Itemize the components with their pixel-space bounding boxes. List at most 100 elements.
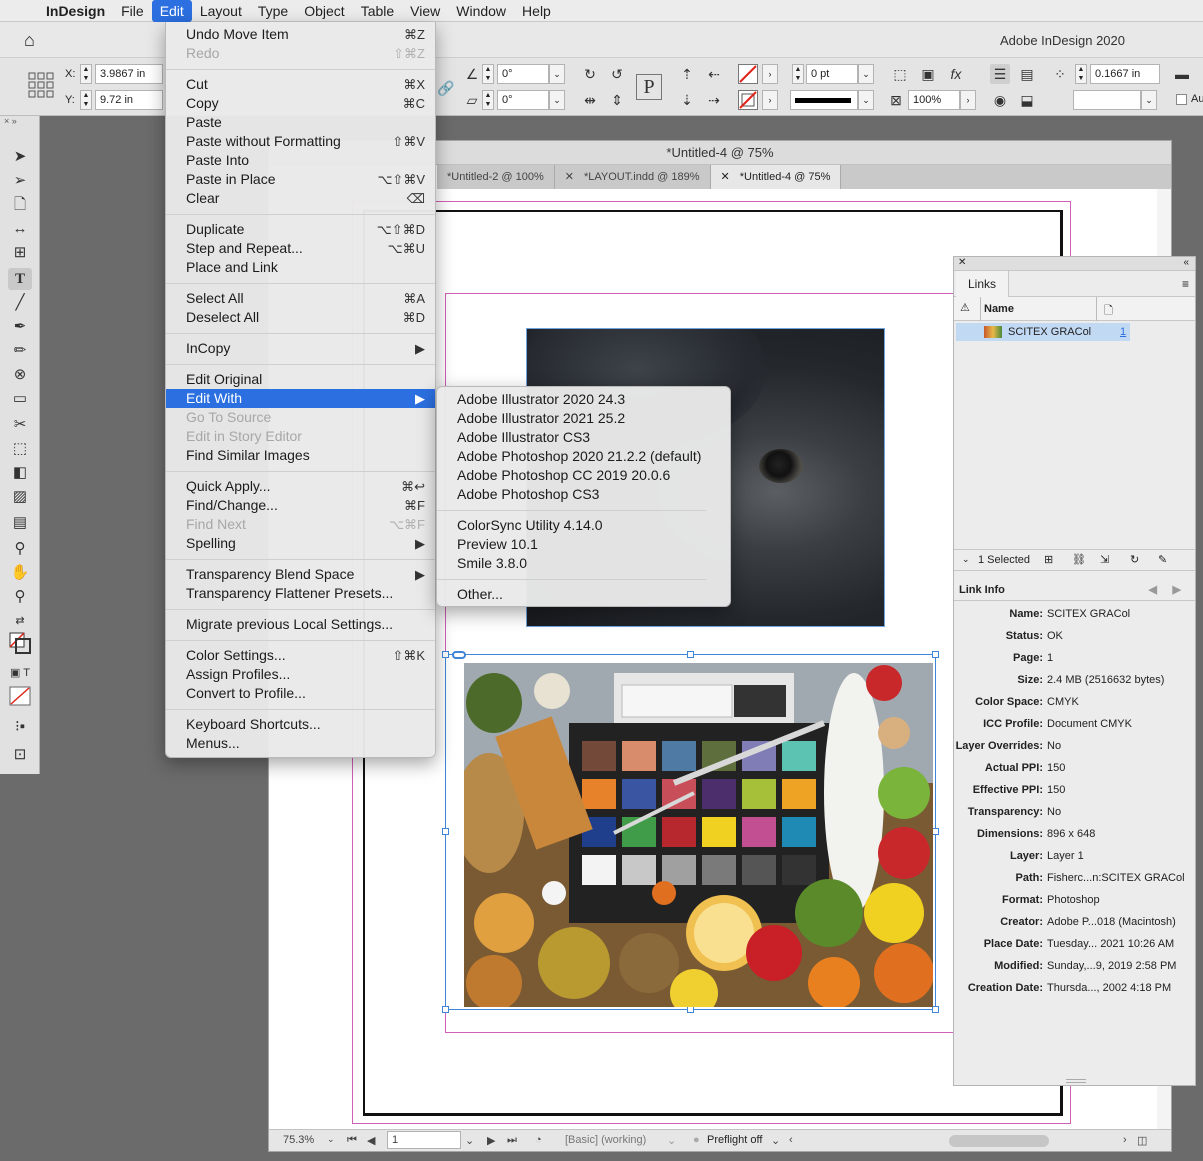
text-wrap-none-icon[interactable]: ☰ [990, 64, 1010, 84]
menu-app-name[interactable]: InDesign [38, 0, 113, 22]
hand-tool-icon[interactable]: ✋ [8, 562, 32, 584]
submenu-item-illustrator-2021[interactable]: Adobe Illustrator 2021 25.2 [437, 409, 730, 428]
menu-layout[interactable]: Layout [192, 0, 250, 22]
menu-item-menus[interactable]: Menus... [166, 734, 435, 753]
first-page-icon[interactable]: ⏮ [347, 1134, 357, 1147]
stroke-weight-stepper[interactable]: ▲ ▼ [792, 64, 804, 84]
menu-item-duplicate[interactable]: Duplicate ⌥⇧⌘D [166, 220, 435, 239]
split-layout-icon[interactable]: ◫ [1137, 1134, 1147, 1147]
fill-none-icon[interactable] [738, 64, 758, 84]
page-dropdown-icon[interactable]: ⌄ [465, 1134, 474, 1147]
submenu-item-illustrator-cs3[interactable]: Adobe Illustrator CS3 [437, 428, 730, 447]
submenu-item-other[interactable]: Other... [437, 585, 730, 604]
preflight-label[interactable]: Preflight off [707, 1134, 762, 1146]
menu-item-color-settings[interactable]: Color Settings... ⇧⌘K [166, 646, 435, 665]
select-next-icon[interactable]: ⇢ [704, 90, 724, 110]
rotation-field[interactable]: 0° [497, 64, 549, 84]
shear-field[interactable]: 0° [497, 90, 549, 110]
menu-item-edit-with[interactable]: Edit With ▶ [166, 389, 435, 408]
auto-fit-checkbox[interactable] [1176, 94, 1187, 105]
close-tab-icon[interactable]: ✕ [565, 171, 574, 183]
menu-item-cut[interactable]: Cut ⌘X [166, 75, 435, 94]
stroke-weight-dropdown[interactable]: ⌄ [858, 64, 874, 84]
preflight-dropdown-icon[interactable]: ⌄ [771, 1134, 780, 1147]
x-stepper[interactable]: ▲ ▼ [80, 64, 92, 84]
tab-untitled-4[interactable]: ✕ *Untitled-4 @ 75% [710, 165, 842, 189]
next-link-icon[interactable]: ▶ [1173, 579, 1181, 601]
last-page-icon[interactable]: ⏭ [507, 1134, 517, 1147]
gradient-swatch-tool-icon[interactable]: ◧ [8, 462, 32, 484]
page-tool-icon[interactable]: 🗋 [8, 194, 32, 216]
warning-column-icon[interactable]: ⚠ [960, 301, 970, 314]
submenu-item-photoshop-cs3[interactable]: Adobe Photoshop CS3 [437, 485, 730, 504]
stroke-swatch-dropdown[interactable]: › [762, 90, 778, 110]
select-previous-icon[interactable]: ⇠ [704, 64, 724, 84]
fill-swatch-dropdown[interactable]: › [762, 64, 778, 84]
menu-item-go-to-source[interactable]: Go To Source [166, 408, 435, 427]
frame-handle-top-right[interactable] [932, 651, 939, 658]
menu-item-incopy[interactable]: InCopy ▶ [166, 339, 435, 358]
menu-item-place-and-link[interactable]: Place and Link [166, 258, 435, 277]
type-tool-icon[interactable]: T [8, 268, 32, 290]
frame-fitting-icon[interactable]: ⁘ [1050, 64, 1070, 84]
menu-type[interactable]: Type [250, 0, 296, 22]
gradient-feather-tool-icon[interactable]: ▨ [8, 486, 32, 508]
scroll-right-icon[interactable]: › [1123, 1134, 1127, 1146]
menu-item-quick-apply[interactable]: Quick Apply... ⌘↩ [166, 477, 435, 496]
goto-link-icon[interactable]: ⇲ [1100, 553, 1109, 566]
stroke-type-dropdown[interactable]: ⌄ [858, 90, 874, 110]
page-number-field[interactable]: 1 [387, 1131, 461, 1149]
free-transform-tool-icon[interactable]: ⬚ [8, 438, 32, 460]
zoom-dropdown[interactable]: ⌄ [327, 1134, 335, 1145]
rotate-ccw-icon[interactable]: ↺ [607, 64, 627, 84]
text-wrap-jump-icon[interactable]: ⬓ [1017, 90, 1037, 110]
direct-selection-tool-icon[interactable]: ➢ [8, 170, 32, 192]
tab-layout[interactable]: ✕ *LAYOUT.indd @ 189% [555, 165, 711, 189]
next-page-icon[interactable]: ▶ [487, 1134, 495, 1147]
update-link-icon[interactable]: ↻ [1130, 553, 1139, 566]
fill-stroke-swatch-icon[interactable] [8, 632, 32, 654]
menu-item-edit-original[interactable]: Edit Original [166, 370, 435, 389]
menu-item-edit-in-story-editor[interactable]: Edit in Story Editor [166, 427, 435, 446]
constrain-proportions-icon[interactable]: 🔗 [436, 78, 456, 98]
preview-mode-icon[interactable]: ⊡ [8, 744, 32, 766]
menu-item-spelling[interactable]: Spelling ▶ [166, 534, 435, 553]
submenu-item-colorsync-utility[interactable]: ColorSync Utility 4.14.0 [437, 516, 730, 535]
link-row-scitex-gracol[interactable]: SCITEX GRACol 1 [956, 323, 1130, 341]
collapse-panel-icon[interactable]: « [1183, 257, 1189, 268]
submenu-item-smile[interactable]: Smile 3.8.0 [437, 554, 730, 573]
effects-icon[interactable]: fx [946, 64, 966, 84]
rectangle-tool-icon[interactable]: ▭ [8, 388, 32, 410]
scroll-left-icon[interactable]: ‹ [789, 1134, 793, 1146]
selection-tool-icon[interactable]: ➤ [8, 146, 32, 168]
text-wrap-bbox-icon[interactable]: ▤ [1017, 64, 1037, 84]
menu-item-copy[interactable]: Copy ⌘C [166, 94, 435, 113]
page-column-icon[interactable]: 🗋 [1104, 302, 1113, 321]
stroke-type-field[interactable] [790, 90, 858, 110]
shear-stepper[interactable]: ▲ ▼ [482, 90, 494, 110]
menu-item-keyboard-shortcuts[interactable]: Keyboard Shortcuts... [166, 715, 435, 734]
close-tab-icon[interactable]: ✕ [721, 171, 730, 183]
zoom-level[interactable]: 75.3% [283, 1134, 314, 1146]
pencil-tool-icon[interactable]: ✏ [8, 340, 32, 362]
screen-mode-icon[interactable]: ⁝▪ [8, 716, 32, 738]
frame-handle-top-left[interactable] [442, 651, 449, 658]
menu-item-deselect-all[interactable]: Deselect All ⌘D [166, 308, 435, 327]
frame-handle-right[interactable] [932, 828, 939, 835]
submenu-item-illustrator-2020[interactable]: Adobe Illustrator 2020 24.3 [437, 390, 730, 409]
menu-item-migrate-local-settings[interactable]: Migrate previous Local Settings... [166, 615, 435, 634]
fit-frame-icon[interactable]: ▬ [1172, 64, 1192, 84]
rectangle-frame-tool-icon[interactable]: ⊗ [8, 364, 32, 386]
fitting-field[interactable] [1073, 90, 1141, 110]
menu-item-find-change[interactable]: Find/Change... ⌘F [166, 496, 435, 515]
rotation-stepper[interactable]: ▲ ▼ [482, 64, 494, 84]
edit-original-icon[interactable]: ✎ [1158, 553, 1167, 566]
zoom-tool-icon[interactable]: ⚲ [8, 586, 32, 608]
relink-icon[interactable]: ⛓ [1072, 553, 1086, 566]
stroke-weight-field[interactable]: 0 pt [806, 64, 858, 84]
tools-panel-header[interactable]: × » [0, 116, 39, 130]
drop-shadow-icon[interactable]: ▣ [918, 64, 938, 84]
link-page-number[interactable]: 1 [1120, 323, 1126, 341]
panel-resize-grip[interactable] [1066, 1079, 1086, 1083]
y-stepper[interactable]: ▲ ▼ [80, 90, 92, 110]
